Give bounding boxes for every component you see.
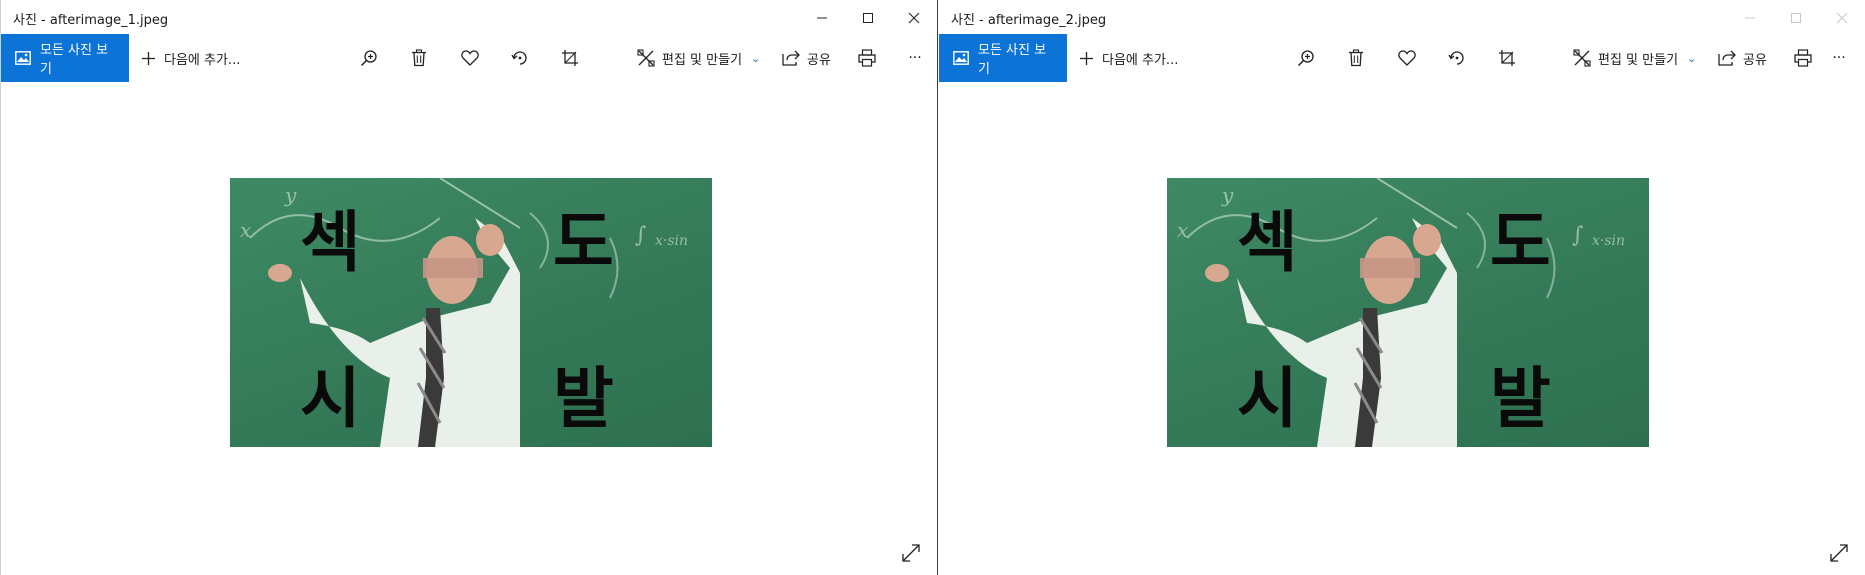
maximize-button[interactable] [845,0,891,36]
photo-image: x y ∫ x·sin 섹 도 시 발 [1167,178,1649,447]
zoom-button[interactable] [1288,34,1324,82]
photos-icon [15,51,31,65]
rotate-button[interactable] [1439,34,1475,82]
all-photos-label: 모든 사진 보기 [40,43,109,77]
photos-window-1[interactable]: 사진 - afterimage_1.jpeg 모든 사진 보기 다음에 추가..… [0,0,938,575]
caption-text: 시 [300,360,361,437]
window-title: 사진 - afterimage_2.jpeg [951,12,1107,28]
minimize-icon [1745,17,1755,19]
title-bar[interactable]: 사진 - afterimage_1.jpeg [1,0,937,36]
photo-image: x y ∫ x·sin 섹 도 시 발 [230,178,712,447]
caption-text: 섹 [300,204,361,281]
edit-create-button[interactable]: 편집 및 만들기 ⌄ [637,34,760,82]
chalk-mark: x [1177,218,1189,242]
print-button[interactable] [1785,34,1821,82]
caption-text: 발 [553,360,614,437]
chalk-mark: x·sin [655,233,689,249]
share-icon [782,50,800,66]
add-to-button[interactable]: 다음에 추가... [141,49,240,68]
plus-icon [142,51,155,65]
zoom-button[interactable] [351,34,387,82]
rotate-button[interactable] [502,34,538,82]
chalk-mark: y [1222,183,1234,207]
edit-create-icon [637,49,655,67]
chalk-mark: y [285,183,297,207]
caption-text: 시 [1237,360,1298,437]
all-photos-button[interactable]: 모든 사진 보기 [1,34,129,82]
chevron-down-icon: ⌄ [751,51,761,65]
edit-create-button[interactable]: 편집 및 만들기 ⌄ [1573,34,1696,82]
minimize-icon [817,17,827,19]
trash-icon [412,49,426,67]
add-to-button[interactable]: 다음에 추가... [1079,49,1178,68]
edit-create-icon [1573,49,1591,67]
minimize-button[interactable] [1727,0,1773,36]
chalk-mark: x [240,218,252,242]
chalk-mark: ∫ [1572,223,1584,248]
chalk-mark: x·sin [1592,233,1626,249]
window-title: 사진 - afterimage_1.jpeg [13,12,169,28]
chevron-down-icon: ⌄ [1687,51,1697,65]
crop-button[interactable] [1489,34,1525,82]
plus-icon [1080,51,1093,65]
expand-button[interactable] [899,541,923,565]
zoom-in-icon [1297,50,1314,67]
share-label: 공유 [807,52,831,68]
close-button[interactable] [1819,0,1865,36]
maximize-icon [1791,13,1801,23]
favorite-button[interactable] [452,34,488,82]
caption-text: 섹 [1237,204,1298,281]
expand-button[interactable] [1827,541,1851,565]
close-icon [1836,12,1848,24]
share-button[interactable]: 공유 [1718,34,1767,82]
all-photos-button[interactable]: 모든 사진 보기 [939,34,1067,82]
maximize-icon [863,13,873,23]
expand-icon [902,544,920,562]
caption-text: 도 [553,204,614,281]
crop-icon [562,50,578,66]
rotate-icon [1448,51,1464,65]
print-button[interactable] [849,34,885,82]
caption-text: 발 [1490,360,1551,437]
more-options-button[interactable]: ··· [1821,34,1857,82]
heart-icon [1398,50,1416,66]
crop-button[interactable] [552,34,588,82]
zoom-in-icon [360,50,377,67]
share-button[interactable]: 공유 [782,34,831,82]
title-bar[interactable]: 사진 - afterimage_2.jpeg [939,0,1865,36]
delete-button[interactable] [401,34,437,82]
all-photos-label: 모든 사진 보기 [978,43,1047,77]
edit-create-label: 편집 및 만들기 [662,52,743,68]
close-icon [908,12,920,24]
chalk-mark: ∫ [635,223,647,248]
crop-icon [1499,50,1515,66]
heart-icon [461,50,479,66]
add-to-label: 다음에 추가... [164,52,241,68]
rotate-icon [511,51,527,65]
edit-create-label: 편집 및 만들기 [1598,52,1679,68]
print-icon [1794,49,1812,67]
toolbar: 모든 사진 보기 다음에 추가... 편집 및 만들기 ⌄ 공유 ··· [1,34,937,82]
maximize-button[interactable] [1773,0,1819,36]
more-options-button[interactable]: ··· [897,34,933,82]
share-icon [1718,50,1736,66]
trash-icon [1349,49,1363,67]
delete-button[interactable] [1338,34,1374,82]
caption-text: 도 [1490,204,1551,281]
minimize-button[interactable] [799,0,845,36]
toolbar: 모든 사진 보기 다음에 추가... 편집 및 만들기 ⌄ 공유 ··· [939,34,1865,82]
photos-window-2[interactable]: 사진 - afterimage_2.jpeg 모든 사진 보기 다음에 추가..… [939,0,1865,575]
close-button[interactable] [891,0,937,36]
expand-icon [1830,544,1848,562]
share-label: 공유 [1743,52,1767,68]
print-icon [858,49,876,67]
photos-icon [953,51,969,65]
favorite-button[interactable] [1389,34,1425,82]
add-to-label: 다음에 추가... [1102,52,1179,68]
